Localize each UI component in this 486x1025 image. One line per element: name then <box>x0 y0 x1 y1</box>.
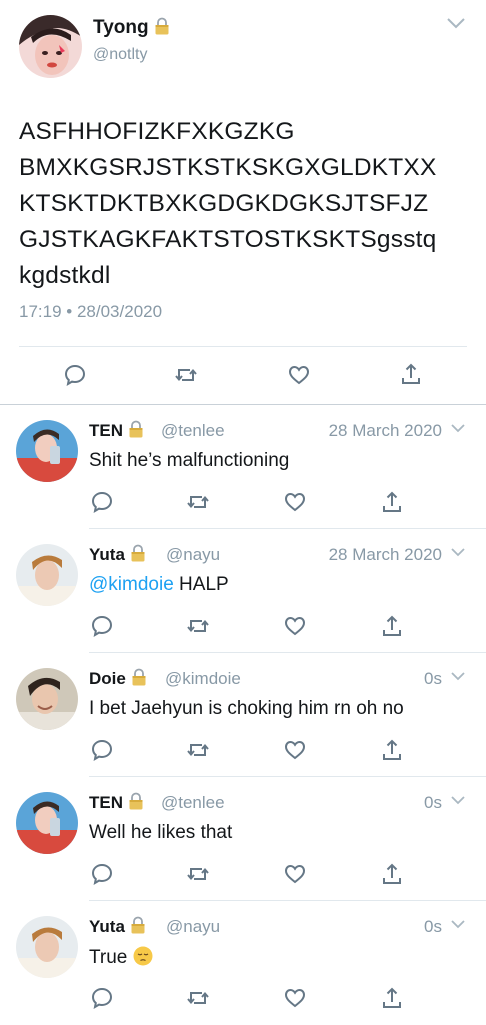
tweet-actions <box>0 614 486 640</box>
tweet-date: 28/03/2020 <box>76 302 163 321</box>
username[interactable]: @nayu <box>166 917 220 937</box>
heart-icon[interactable] <box>283 738 307 762</box>
tweet-text-content: Well he likes that <box>89 822 233 843</box>
lock-icon <box>155 17 169 35</box>
tweet-date[interactable]: 0s <box>424 917 442 937</box>
tweet-text-line: GJSTKAGKFAKTSTOSTKSKTSgsstq <box>19 226 437 253</box>
tweet-text: ASFHHOFIZKFXKGZKG BMXKGSRJSTKSTKSKGXGLDK… <box>19 114 479 294</box>
display-name[interactable]: TEN <box>89 792 144 813</box>
tweet-actions <box>0 986 486 1012</box>
lock-icon <box>131 544 145 562</box>
username[interactable]: @notlty <box>93 46 147 64</box>
tweet-text-content: HALP <box>173 574 229 595</box>
lock-icon <box>129 420 143 438</box>
lock-icon <box>131 916 145 934</box>
reply-tweet[interactable]: Yuta @nayu 0s True <box>0 901 486 1025</box>
tweet-text-content: Shit he’s malfunctioning <box>89 450 290 471</box>
chevron-down-icon[interactable] <box>450 794 466 806</box>
reply-tweet[interactable]: Doie @kimdoie 0s I bet Jaehyun is chokin… <box>0 653 486 777</box>
heart-icon[interactable] <box>283 490 307 514</box>
retweet-icon[interactable] <box>174 363 198 387</box>
tweet-actions <box>0 490 486 516</box>
display-name[interactable]: Tyong <box>93 17 170 39</box>
reply-tweet[interactable]: TEN @tenlee 28 March 2020 Shit he’s malf… <box>0 405 486 529</box>
heart-icon[interactable] <box>283 862 307 886</box>
retweet-icon[interactable] <box>186 738 210 762</box>
reply-icon[interactable] <box>90 862 114 886</box>
avatar[interactable] <box>16 916 78 978</box>
tweet-text: Shit he’s malfunctioning <box>89 450 289 472</box>
separator-dot: • <box>66 302 73 321</box>
tweet-text-line: ASFHHOFIZKFXKGZKG <box>19 118 295 145</box>
heart-icon[interactable] <box>283 986 307 1010</box>
tweet-text: Well he likes that <box>89 822 232 844</box>
reply-tweet[interactable]: TEN @tenlee 0s Well he likes that <box>0 777 486 901</box>
username[interactable]: @tenlee <box>161 793 225 813</box>
tweet-text-line: KTSKTDKTBXKGDGKDGKSJTSFJZ <box>19 190 429 217</box>
main-tweet: Tyong @notlty ASFHHOFIZKFXKGZKG BMXKGSRJ… <box>0 0 486 404</box>
avatar[interactable] <box>16 792 78 854</box>
username[interactable]: @tenlee <box>161 421 225 441</box>
tweet-date[interactable]: 0s <box>424 669 442 689</box>
mention-link[interactable]: @kimdoie <box>89 574 174 595</box>
tweet-text: @kimdoie HALP <box>89 574 229 596</box>
tweet-actions <box>0 360 486 390</box>
tweet-date[interactable]: 0s <box>424 793 442 813</box>
tweet-actions <box>0 738 486 764</box>
chevron-down-icon[interactable] <box>450 422 466 434</box>
retweet-icon[interactable] <box>186 490 210 514</box>
retweet-icon[interactable] <box>186 614 210 638</box>
pensive-face-emoji <box>133 946 153 966</box>
tweet-time: 17:19 <box>19 302 62 321</box>
share-icon[interactable] <box>380 614 404 638</box>
avatar[interactable] <box>16 420 78 482</box>
avatar[interactable] <box>19 15 82 78</box>
tweet-date[interactable]: 28 March 2020 <box>329 421 442 441</box>
display-name[interactable]: Yuta <box>89 544 146 565</box>
tweet-text-content: I bet Jaehyun is choking him rn oh no <box>89 698 404 719</box>
tweet-text: I bet Jaehyun is choking him rn oh no <box>89 698 404 720</box>
divider <box>19 346 467 347</box>
avatar[interactable] <box>16 668 78 730</box>
heart-icon[interactable] <box>283 614 307 638</box>
username[interactable]: @kimdoie <box>165 669 241 689</box>
reply-tweet[interactable]: Yuta @nayu 28 March 2020 @kimdoie HALP <box>0 529 486 653</box>
tweet-date[interactable]: 28 March 2020 <box>329 545 442 565</box>
lock-icon <box>129 792 143 810</box>
avatar[interactable] <box>16 544 78 606</box>
retweet-icon[interactable] <box>186 862 210 886</box>
timestamp[interactable]: 17:19 • 28/03/2020 <box>19 302 162 322</box>
display-name[interactable]: Yuta <box>89 916 146 937</box>
tweet-text: True <box>89 946 153 969</box>
share-icon[interactable] <box>380 490 404 514</box>
display-name[interactable]: Doie <box>89 668 147 689</box>
username[interactable]: @nayu <box>166 545 220 565</box>
reply-icon[interactable] <box>63 363 87 387</box>
chevron-down-icon[interactable] <box>450 546 466 558</box>
reply-icon[interactable] <box>90 614 114 638</box>
tweet-actions <box>0 862 486 888</box>
display-name[interactable]: TEN <box>89 420 144 441</box>
tweet-text-content: True <box>89 947 133 968</box>
share-icon[interactable] <box>380 862 404 886</box>
share-icon[interactable] <box>399 362 423 386</box>
lock-icon <box>132 668 146 686</box>
retweet-icon[interactable] <box>186 986 210 1010</box>
chevron-down-icon[interactable] <box>450 670 466 682</box>
share-icon[interactable] <box>380 986 404 1010</box>
heart-icon[interactable] <box>287 363 311 387</box>
chevron-down-icon[interactable] <box>450 918 466 930</box>
chevron-down-icon[interactable] <box>446 16 466 30</box>
reply-icon[interactable] <box>90 738 114 762</box>
share-icon[interactable] <box>380 738 404 762</box>
tweet-text-line: BMXKGSRJSTKSTKSKGXGLDKTXX <box>19 154 437 181</box>
reply-icon[interactable] <box>90 490 114 514</box>
reply-icon[interactable] <box>90 986 114 1010</box>
tweet-text-line: kgdstkdl <box>19 262 111 289</box>
